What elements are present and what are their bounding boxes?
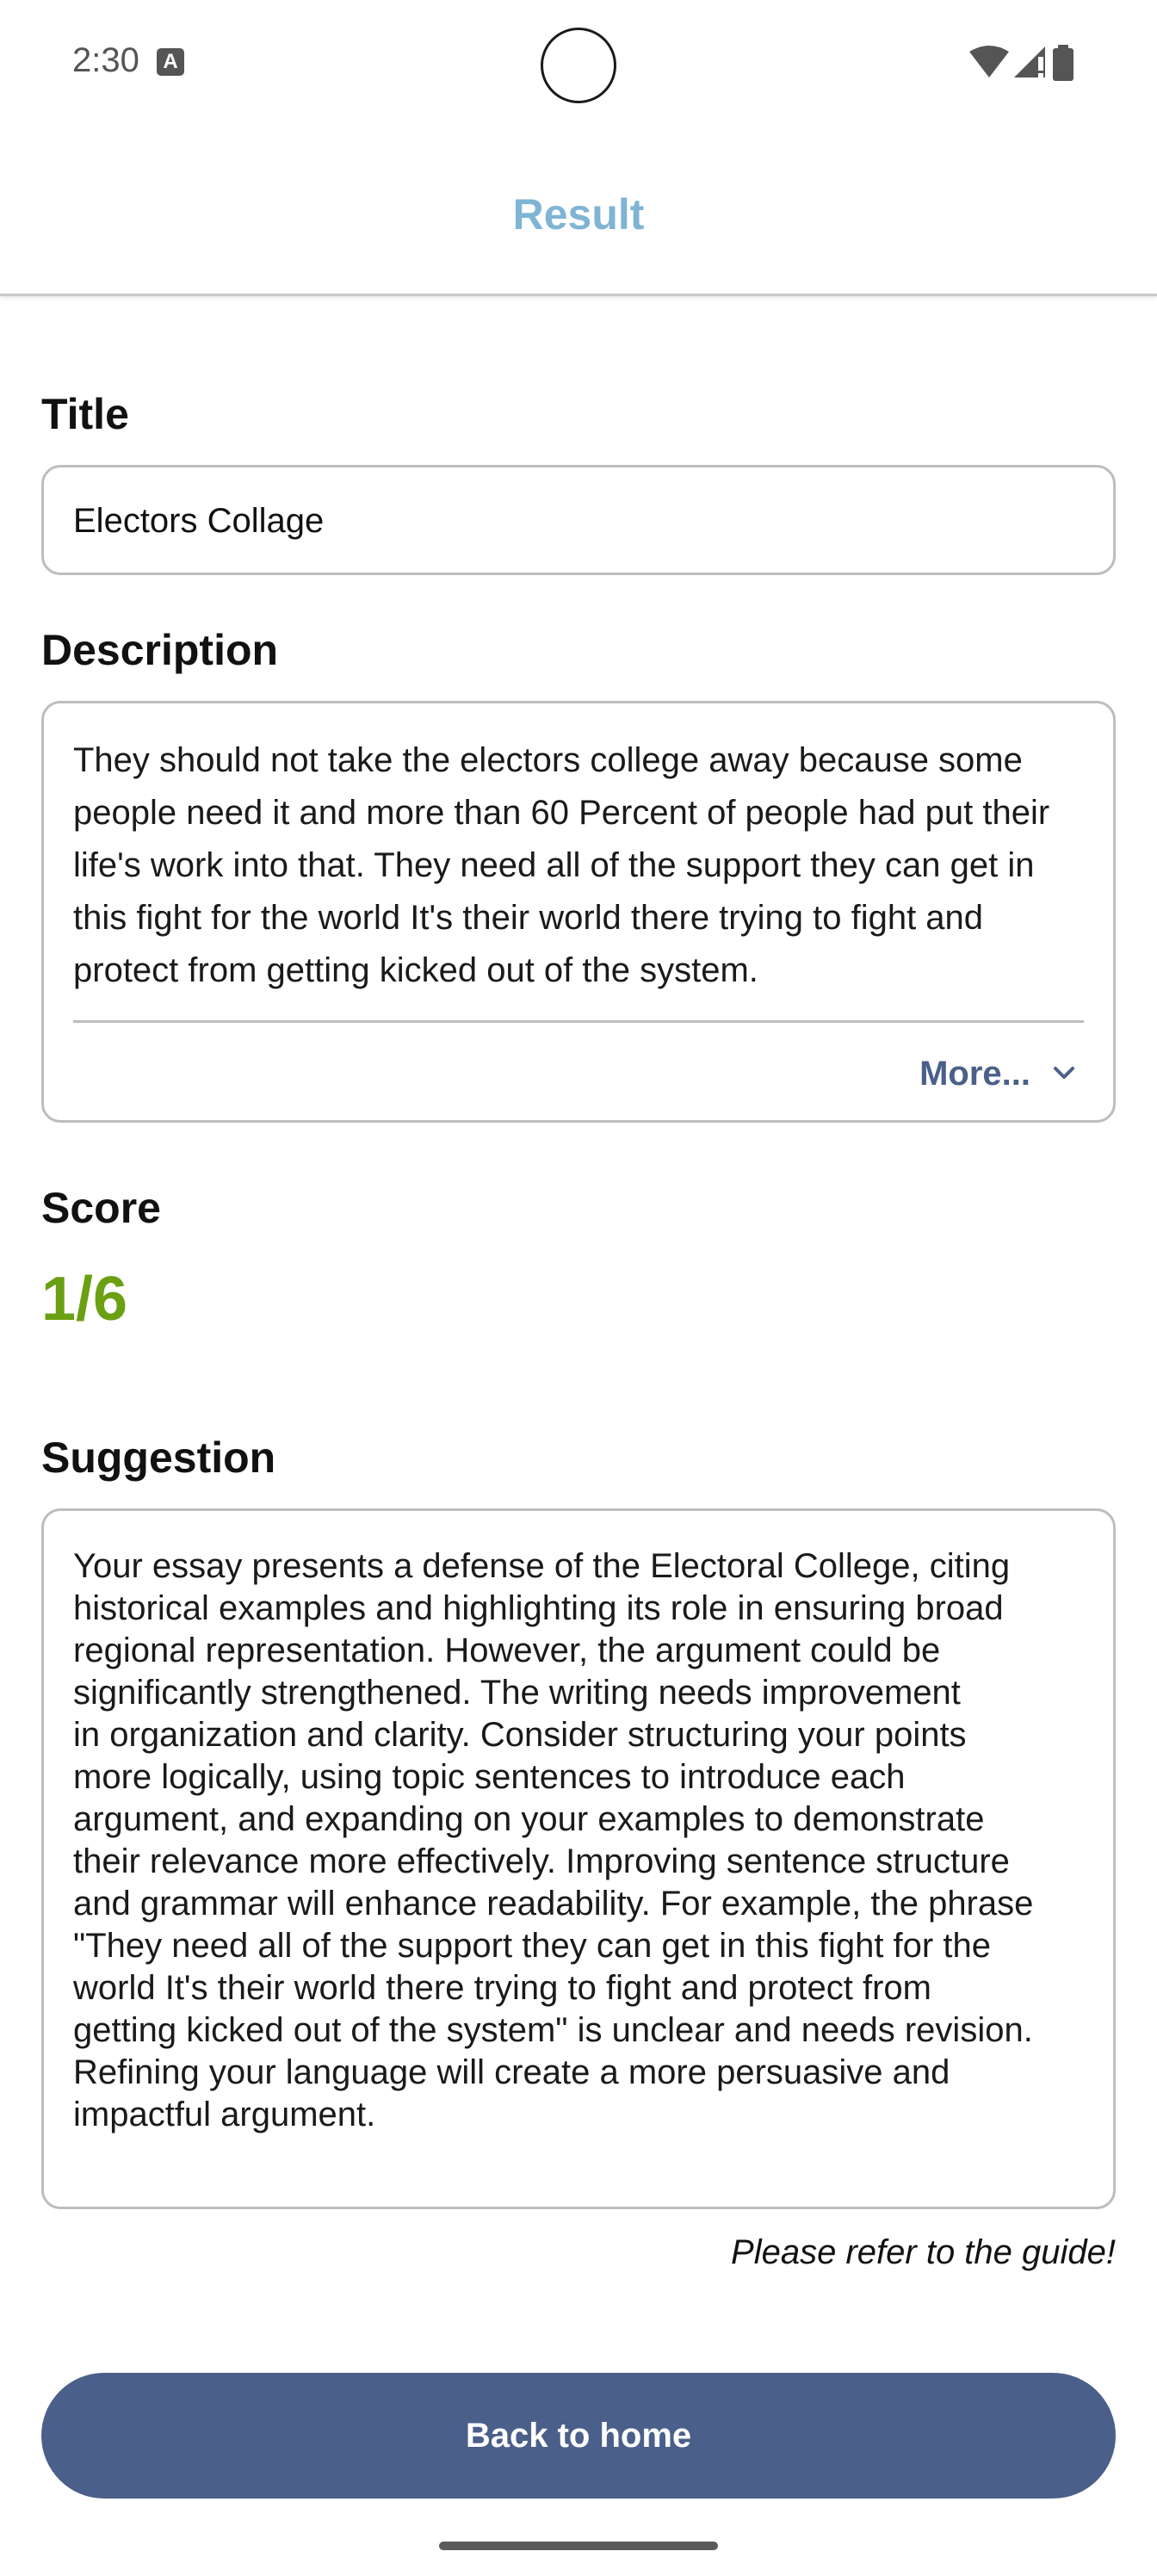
suggestion-box: Your essay presents a defense of the Ele… [41, 1508, 1116, 2209]
title-value: Electors Collage [73, 502, 325, 540]
score-label: Score [41, 1184, 161, 1232]
more-label: More... [919, 1054, 1030, 1093]
description-field: They should not take the electors colleg… [41, 701, 1116, 1123]
signal-icon [1014, 46, 1045, 77]
gesture-navigation-bar[interactable] [439, 2542, 718, 2550]
battery-icon [1053, 45, 1073, 81]
chevron-down-icon [1053, 1066, 1075, 1081]
back-to-home-button[interactable]: Back to home [41, 2373, 1116, 2499]
wifi-icon [969, 46, 1009, 77]
app-bar: Result [0, 129, 1157, 296]
more-button[interactable]: More... [919, 1048, 1075, 1099]
text-a-icon: A [157, 48, 184, 76]
description-text: They should not take the electors colleg… [73, 741, 1050, 989]
title-field[interactable]: Electors Collage [41, 465, 1116, 575]
description-divider [73, 1020, 1084, 1023]
title-label: Title [41, 390, 129, 438]
status-time: 2:30 [72, 41, 139, 79]
guide-note: Please refer to the guide! [731, 2233, 1116, 2271]
result-screen: 2:30 A Result Title Electors Collage Des… [0, 0, 1157, 2576]
page-title: Result [512, 190, 645, 238]
status-bar: 2:30 A [0, 0, 1157, 129]
score-value: 1/6 [41, 1265, 128, 1334]
camera-cutout [541, 28, 616, 103]
description-label: Description [41, 626, 279, 674]
suggestion-text: Your essay presents a defense of the Ele… [73, 1547, 1034, 2133]
status-icons [969, 45, 1090, 81]
suggestion-label: Suggestion [41, 1434, 276, 1482]
